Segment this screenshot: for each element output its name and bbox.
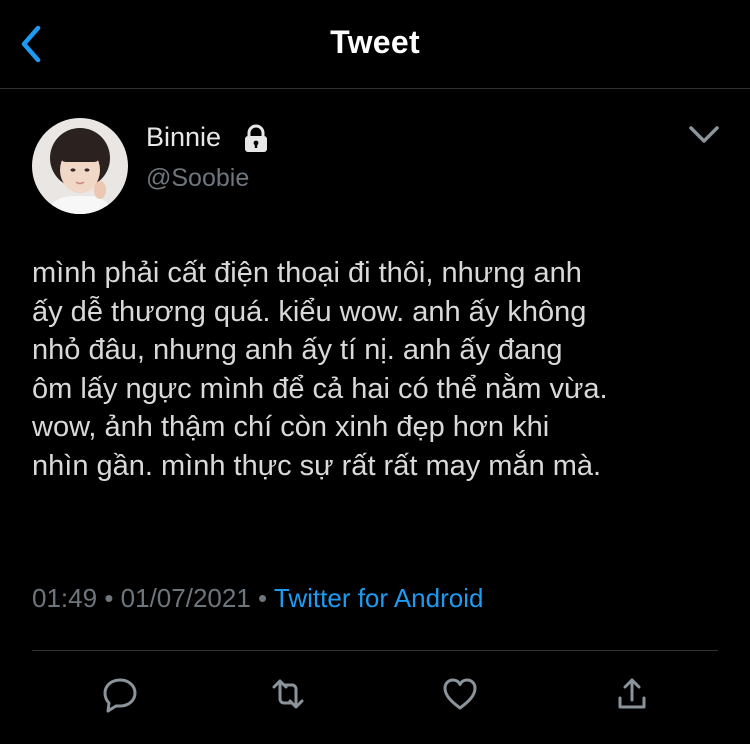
tweet-text: mình phải cất điện thoại đi thôi, nhưng … xyxy=(32,257,608,482)
tweet-meta: 01:49 • 01/07/2021 • Twitter for Android xyxy=(32,583,483,614)
retweet-button[interactable] xyxy=(266,672,310,716)
chevron-down-icon xyxy=(689,126,719,143)
reply-icon xyxy=(103,678,137,713)
like-button[interactable] xyxy=(438,672,482,716)
heart-icon xyxy=(443,678,477,710)
avatar[interactable] xyxy=(32,118,128,214)
meta-separator: • xyxy=(258,583,268,613)
divider xyxy=(32,650,718,651)
author-name[interactable]: Binnie xyxy=(146,122,221,153)
author-handle[interactable]: @Soobie xyxy=(146,164,249,193)
meta-separator: • xyxy=(104,583,114,613)
more-options-button[interactable] xyxy=(684,118,724,152)
top-bar: Tweet xyxy=(0,0,750,89)
retweet-icon xyxy=(272,679,304,709)
tweet-source-link[interactable]: Twitter for Android xyxy=(274,583,484,613)
share-button[interactable] xyxy=(610,672,654,716)
avatar-photo xyxy=(32,118,128,214)
lock-icon xyxy=(243,124,269,154)
share-icon xyxy=(618,678,646,709)
tweet-date: 01/07/2021 xyxy=(120,583,251,613)
tweet-time: 01:49 xyxy=(32,583,98,613)
reply-button[interactable] xyxy=(98,672,142,716)
page-title: Tweet xyxy=(330,24,420,60)
